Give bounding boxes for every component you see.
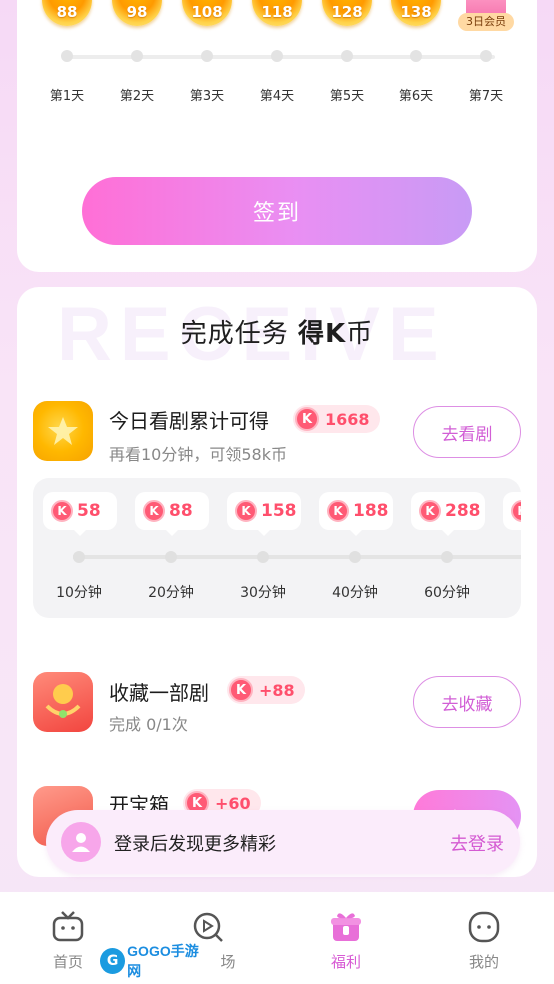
logo-g-icon: G [100,948,126,974]
user-avatar-icon [61,822,101,862]
milestone-dot [441,551,453,563]
milestone-dot [73,551,85,563]
watch-task-subtitle: 再看10分钟，可领58k币 [109,445,287,464]
day-dot [271,50,283,62]
k-coin-icon: K [295,407,319,431]
k-coin-icon: K [511,500,521,522]
day-label: 第3天 [189,89,225,104]
day-3-coin: 108 [182,0,232,26]
milestone-label: 60分钟 [424,585,470,601]
milestone-dot [257,551,269,563]
milestone-label: 10分钟 [56,585,102,601]
day-label: 第5天 [329,89,365,104]
watch-reward-pill: K 1668 [293,405,380,433]
checkin-button[interactable]: 签到 [82,177,472,245]
day-dot [61,50,73,62]
watch-reward: 1668 [325,409,370,429]
milestone-reward: 88 [169,501,193,521]
section-title: 完成任务 得K币 [17,313,537,350]
day-2-reward: 98 [126,3,148,21]
title-prefix: 完成任务 [180,319,299,349]
k-coin-icon: K [235,500,257,522]
bottom-nav: 首页 场 福利 我的 [0,892,554,984]
day-label: 第4天 [259,89,295,104]
title-suffix: 币 [346,319,374,349]
watch-task-title: 今日看剧累计可得 [109,409,269,433]
day-dot [341,50,353,62]
tv-icon [52,911,84,942]
milestone-reward: 58 [77,501,101,521]
day-label: 第6天 [398,89,434,104]
day-dot [131,50,143,62]
milestone-reward: 188 [353,501,389,521]
reward-row: 88 98 108 118 128 138 3日会员 [17,0,537,40]
milestone-reward-pill: K 288 [411,492,485,536]
tasks-card: RECEIVE 完成任务 得K币 今日看剧累计可得 K 1668 再看10分钟，可… [17,287,537,877]
milestone-label: 40分钟 [332,585,378,601]
day-dot [480,50,492,62]
milestone-reward: 158 [261,501,297,521]
milestone-reward-pill: K 58 [43,492,117,536]
day-1-reward: 88 [56,3,78,21]
favorite-task-title: 收藏一部剧 [109,681,209,705]
face-icon [468,911,500,943]
milestone-reward-pill: K 158 [227,492,301,536]
milestone-label: 20分钟 [148,585,194,601]
milestone-dot [349,551,361,563]
gold-coin-icon [33,401,93,461]
go-login-link[interactable]: 去登录 [450,830,504,856]
gift-badge: 3日会员 [458,13,514,31]
k-coin-icon: K [143,500,165,522]
day-4-reward: 118 [261,3,293,21]
day-dot [410,50,422,62]
k-coin-icon: K [327,500,349,522]
day-label: 第1天 [49,89,85,104]
nav-item-profile[interactable]: 我的 [434,892,534,984]
login-message: 登录后发现更多精彩 [114,834,276,855]
milestone-reward: 288 [445,501,481,521]
favorite-bag-icon [33,672,93,732]
k-coin-icon: K [229,678,253,702]
search-play-icon [193,912,223,942]
day-3-reward: 108 [191,3,223,21]
favorite-task-subtitle: 完成 0/1次 [109,715,188,734]
day-label: 第7天 [468,89,504,104]
day-1-coin: 88 [42,0,92,26]
day-5-coin: 128 [322,0,372,26]
day-7-gift: 3日会员 [458,0,514,40]
day-5-reward: 128 [331,3,363,21]
day-6-reward: 138 [400,3,432,21]
logo-text: GOGO手游网 [127,943,199,979]
nav-item-welfare[interactable]: 福利 [296,892,396,984]
milestone-reward-pill: K 88 [135,492,209,536]
milestone-dot [165,551,177,563]
go-favorite-button[interactable]: 去收藏 [413,676,521,728]
day-dot [201,50,213,62]
title-highlight: 得K [298,319,347,349]
milestone-reward-pill: K 188 [319,492,393,536]
k-coin-icon: K [51,500,73,522]
go-watch-button[interactable]: 去看剧 [413,406,521,458]
nav-label: 福利 [330,953,361,971]
milestone-label: 30分钟 [240,585,286,601]
day-6-coin: 138 [391,0,441,26]
gift-icon [331,913,361,941]
favorite-reward-pill: K +88 [227,676,305,704]
day-2-coin: 98 [112,0,162,26]
site-watermark-logo: G GOGO手游网 [100,943,210,979]
nav-label: 我的 [468,953,499,971]
day-4-coin: 118 [252,0,302,26]
milestone-track [73,555,521,559]
favorite-reward: +88 [259,680,295,700]
watch-progress-panel: K58 K88 K158 K188 K288 K 10分钟 20分钟 30分钟 … [33,478,521,618]
milestone-reward-pill-partial: K [503,492,521,530]
day-label: 第2天 [119,89,155,104]
k-coin-icon: K [419,500,441,522]
checkin-card: 88 98 108 118 128 138 3日会员 第1天 第2天 第3天 第… [17,0,537,272]
login-banner[interactable]: 登录后发现更多精彩 去登录 [46,810,520,874]
